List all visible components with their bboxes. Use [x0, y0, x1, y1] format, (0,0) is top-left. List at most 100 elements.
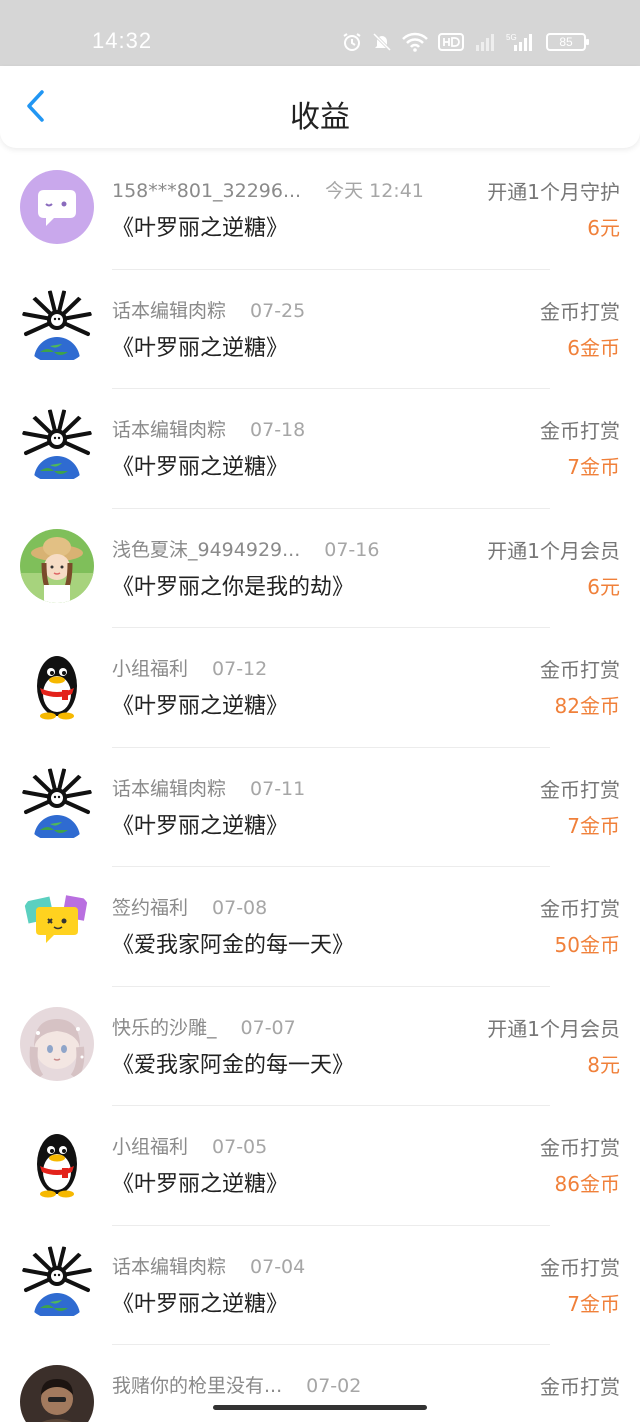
meta-line: 小组福利 07-12	[112, 654, 267, 681]
earning-amount: 82金币	[554, 694, 620, 718]
signal-1-icon	[476, 34, 494, 51]
date: 07-04	[250, 1255, 306, 1278]
book-title: 《叶罗丽之逆糖》	[112, 455, 289, 480]
username: 话本编辑肉粽	[112, 1255, 227, 1278]
book-title: 《叶罗丽之逆糖》	[112, 216, 289, 241]
avatar[interactable]	[20, 170, 94, 244]
earning-type: 金币打赏	[540, 777, 620, 802]
earnings-row[interactable]: 话本编辑肉粽 07-18 《叶罗丽之逆糖》 金币打赏 7金币	[0, 389, 640, 509]
earning-amount: 6金币	[567, 335, 620, 360]
earnings-row[interactable]: 话本编辑肉粽 07-04 《叶罗丽之逆糖》 金币打赏 7金币	[0, 1226, 640, 1345]
earning-type: 金币打赏	[540, 658, 620, 682]
avatar[interactable]	[20, 648, 94, 722]
username: 浅色夏沫_9494929...	[112, 538, 301, 561]
home-indicator[interactable]	[213, 1405, 427, 1410]
earning-amount: 6元	[587, 216, 620, 240]
book-title: 《爱我家阿金的每一天》	[112, 1052, 355, 1078]
earning-amount: 6元	[587, 574, 620, 599]
earning-amount: 50金币	[554, 933, 620, 957]
earnings-row[interactable]: 签约福利 07-08 《爱我家阿金的每一天》 金币打赏 50金币	[0, 867, 640, 987]
mute-bell-icon	[372, 32, 392, 52]
username: 我赌你的枪里没有...	[112, 1375, 283, 1397]
avatar[interactable]	[20, 289, 94, 364]
book-title: 《叶罗丽之逆糖》	[112, 813, 289, 839]
avatar[interactable]	[20, 887, 94, 961]
avatar[interactable]	[20, 1365, 94, 1422]
meta-line: 签约福利 07-08	[112, 893, 267, 920]
earning-amount: 7金币	[567, 1291, 620, 1316]
status-time: 14:32	[92, 28, 153, 53]
status-bar: 14:32 5G 85	[0, 0, 640, 66]
earnings-row[interactable]: 我赌你的枪里没有... 07-02 金币打赏	[0, 1345, 640, 1422]
earning-type: 金币打赏	[540, 1136, 620, 1160]
hd-icon	[438, 33, 464, 51]
book-title: 《爱我家阿金的每一天》	[112, 933, 355, 958]
date: 今天 12:41	[325, 180, 424, 202]
meta-line: 话本编辑肉粽 07-25	[112, 296, 305, 323]
username: 签约福利	[112, 897, 189, 919]
date: 07-18	[250, 419, 306, 441]
book-title: 《叶罗丽之你是我的劫》	[112, 574, 355, 600]
earnings-row[interactable]: 浅色夏沫_9494929... 07-16 《叶罗丽之你是我的劫》 开通1个月会员 6元	[0, 509, 640, 628]
meta-line: 我赌你的枪里没有... 07-02	[112, 1371, 361, 1398]
signal-5g-icon: 5G	[506, 33, 532, 51]
username: 小组福利	[112, 658, 189, 680]
earning-type: 开通1个月会员	[487, 538, 620, 563]
svg-text:5G: 5G	[506, 33, 517, 42]
avatar[interactable]	[20, 1126, 94, 1200]
date: 07-05	[212, 1136, 268, 1158]
username: 话本编辑肉粽	[112, 299, 227, 322]
username: 快乐的沙雕_	[112, 1016, 217, 1039]
earning-type: 开通1个月守护	[487, 180, 620, 204]
earning-type: 金币打赏	[540, 1255, 620, 1280]
earnings-row[interactable]: 小组福利 07-12 《叶罗丽之逆糖》 金币打赏 82金币	[0, 628, 640, 748]
username: 话本编辑肉粽	[112, 419, 227, 441]
date: 07-12	[212, 658, 268, 680]
meta-line: 158***801_32296... 今天 12:41	[112, 176, 424, 203]
battery-icon: 85	[546, 33, 589, 51]
alarm-icon	[343, 33, 361, 51]
date: 07-11	[250, 777, 306, 800]
meta-line: 话本编辑肉粽 07-04	[112, 1252, 305, 1279]
avatar[interactable]	[20, 767, 94, 842]
earnings-row[interactable]: 158***801_32296... 今天 12:41 《叶罗丽之逆糖》 开通1个月守…	[0, 150, 640, 270]
page-title: 收益	[290, 100, 350, 135]
earning-amount: 7金币	[567, 455, 620, 479]
meta-line: 话本编辑肉粽 07-11	[112, 774, 305, 801]
earnings-row[interactable]: 小组福利 07-05 《叶罗丽之逆糖》 金币打赏 86金币	[0, 1106, 640, 1226]
book-title: 《叶罗丽之逆糖》	[112, 335, 289, 361]
earnings-row[interactable]: 话本编辑肉粽 07-25 《叶罗丽之逆糖》 金币打赏 6金币	[0, 270, 640, 389]
wifi-icon	[402, 32, 428, 52]
earnings-list: 158***801_32296... 今天 12:41 《叶罗丽之逆糖》 开通1个月守…	[0, 150, 640, 1422]
avatar[interactable]	[20, 1245, 94, 1320]
date: 07-16	[324, 538, 380, 561]
date: 07-08	[212, 897, 268, 919]
avatar[interactable]	[20, 1006, 94, 1081]
meta-line: 快乐的沙雕_ 07-07	[112, 1013, 296, 1040]
earnings-row[interactable]: 快乐的沙雕_ 07-07 《爱我家阿金的每一天》 开通1个月会员 8元	[0, 987, 640, 1106]
meta-line: 话本编辑肉粽 07-18	[112, 415, 305, 442]
date: 07-25	[250, 299, 306, 322]
earning-type: 金币打赏	[540, 1375, 620, 1399]
username: 话本编辑肉粽	[112, 777, 227, 800]
earnings-row[interactable]: 话本编辑肉粽 07-11 《叶罗丽之逆糖》 金币打赏 7金币	[0, 748, 640, 867]
earning-type: 金币打赏	[540, 897, 620, 921]
status-icons: 5G 85	[342, 30, 589, 54]
book-title: 《叶罗丽之逆糖》	[112, 1172, 289, 1197]
book-title: 《叶罗丽之逆糖》	[112, 694, 289, 719]
date: 07-02	[306, 1375, 362, 1397]
earning-type: 金币打赏	[540, 299, 620, 324]
username: 158***801_32296...	[112, 180, 302, 202]
header: 收益	[0, 66, 640, 148]
earning-type: 开通1个月会员	[487, 1016, 620, 1041]
date: 07-07	[240, 1016, 296, 1039]
book-title: 《叶罗丽之逆糖》	[112, 1291, 289, 1317]
username: 小组福利	[112, 1136, 189, 1158]
meta-line: 小组福利 07-05	[112, 1132, 267, 1159]
avatar[interactable]	[20, 528, 94, 603]
earning-amount: 7金币	[567, 813, 620, 838]
avatar[interactable]	[20, 409, 94, 483]
meta-line: 浅色夏沫_9494929... 07-16	[112, 535, 379, 562]
earning-type: 金币打赏	[540, 419, 620, 443]
earning-amount: 86金币	[554, 1172, 620, 1196]
